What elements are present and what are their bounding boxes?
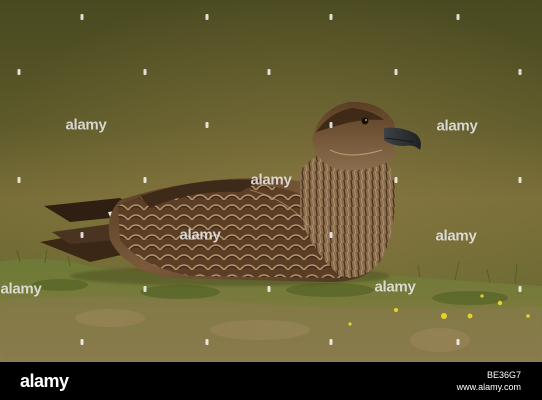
site-url: www.alamy.com [456,382,521,392]
watermark-logo: alamy [0,280,42,298]
watermark-dot [329,339,333,345]
watermark-logo: alamy [179,226,221,244]
watermark-dot [518,69,522,75]
watermark-dot [329,232,333,238]
watermark-dot [456,14,460,20]
watermark-dot [143,286,147,292]
watermark-dot [456,339,460,345]
watermark-dot [80,14,84,20]
watermark-dot [80,339,84,345]
watermark-logo: alamy [65,116,107,134]
watermark-dot [329,14,333,20]
watermark-dot [143,69,147,75]
watermark-dot [329,122,333,128]
watermark-dot [267,286,271,292]
watermark-dot [518,286,522,292]
bird-eye [361,117,369,125]
stock-photo: alamy alamy alamy alamy alamy alamy alam… [0,0,542,362]
footer-logo: alamy [20,371,69,391]
watermark-dot [143,177,147,183]
watermark-logo: alamy [435,227,477,245]
watermark-dot [17,177,21,183]
watermark-dot [394,69,398,75]
watermark-dot [80,232,84,238]
watermark-dot [205,339,209,345]
watermark-logo: alamy [374,278,416,296]
watermark-dot [17,69,21,75]
watermark-dot [267,69,271,75]
footer-bar: alamy BE36G7 www.alamy.com [0,362,542,400]
image-id: BE36G7 [486,370,521,380]
watermark-dot [394,177,398,183]
watermark-logo: alamy [250,171,292,189]
watermark-logo: alamy [436,117,478,135]
watermark-dot [205,122,209,128]
watermark-dot [518,177,522,183]
footer-image-info: BE36G7 www.alamy.com [457,369,521,393]
watermark-dot [205,14,209,20]
